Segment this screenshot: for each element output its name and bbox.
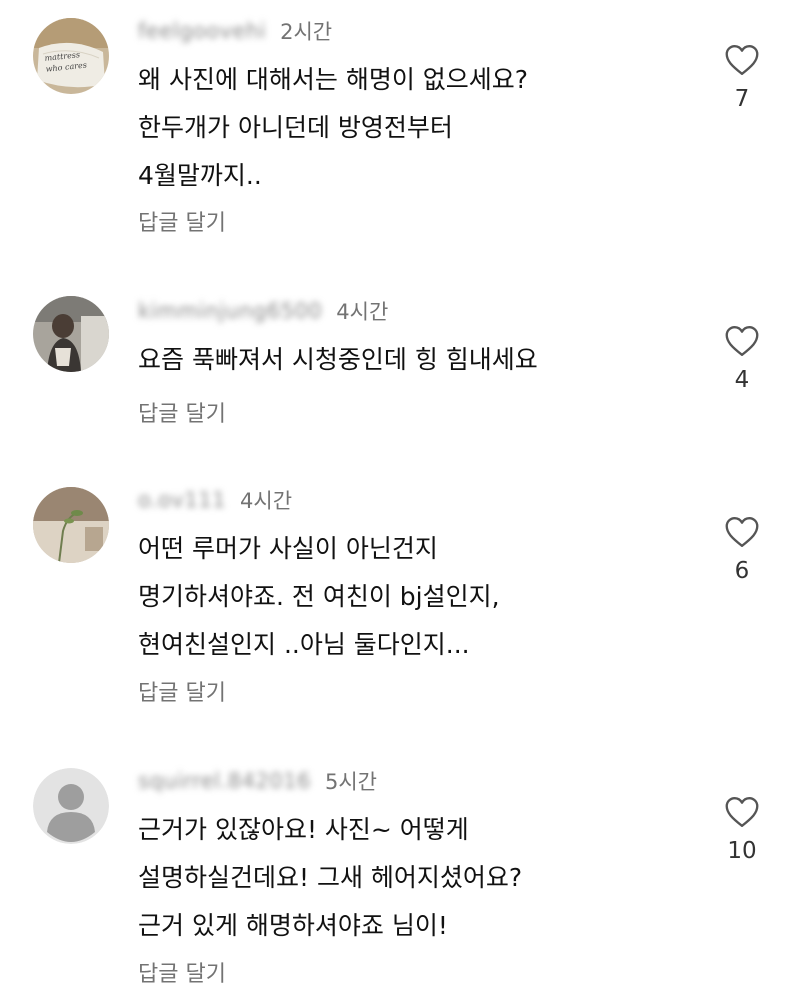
comment-meta: o.ov111 4시간 xyxy=(138,483,292,517)
timestamp: 4시간 xyxy=(336,300,389,324)
heart-icon[interactable] xyxy=(724,44,760,76)
timestamp: 2시간 xyxy=(280,20,333,44)
like-control[interactable]: 7 xyxy=(712,44,772,112)
username[interactable]: feelgoovehi xyxy=(138,19,266,43)
reply-button[interactable]: 답글 달기 xyxy=(138,205,226,237)
timestamp: 4시간 xyxy=(240,489,293,513)
like-control[interactable]: 4 xyxy=(712,325,772,393)
heart-icon[interactable] xyxy=(724,796,760,828)
comment-meta: feelgoovehi 2시간 xyxy=(138,14,332,48)
reply-button[interactable]: 답글 달기 xyxy=(138,956,226,988)
heart-icon[interactable] xyxy=(724,325,760,357)
like-control[interactable]: 6 xyxy=(712,516,772,584)
comment-meta: kimminjung6500 4시간 xyxy=(138,294,388,328)
comment-text: 요즘 푹빠져서 시청중인데 힝 힘내세요 xyxy=(138,345,538,374)
avatar-default[interactable] xyxy=(33,768,109,844)
avatar[interactable]: mattress who cares xyxy=(33,18,109,94)
comment-text: 근거가 있잖아요! 사진~ 어떻게 설명하실건데요! 그새 헤어지셨어요? 근거… xyxy=(138,815,523,940)
username[interactable]: o.ov111 xyxy=(138,488,226,512)
username[interactable]: kimminjung6500 xyxy=(138,299,322,323)
heart-icon[interactable] xyxy=(724,516,760,548)
like-control[interactable]: 10 xyxy=(712,796,772,864)
reply-button[interactable]: 답글 달기 xyxy=(138,396,226,428)
avatar[interactable] xyxy=(33,296,109,372)
reply-button[interactable]: 답글 달기 xyxy=(138,675,226,707)
comment-text: 왜 사진에 대해서는 해명이 없으세요? 한두개가 아니던데 방영전부터 4월말… xyxy=(138,65,529,190)
like-count: 7 xyxy=(734,86,750,112)
timestamp: 5시간 xyxy=(324,770,377,794)
username[interactable]: squirrel.842016 xyxy=(138,769,311,793)
comment-text: 어떤 루머가 사실이 아닌건지 명기하셔야죠. 전 여친이 bj설인지, 현여친… xyxy=(138,534,500,659)
comment-meta: squirrel.842016 5시간 xyxy=(138,764,377,798)
avatar[interactable] xyxy=(33,487,109,563)
like-count: 6 xyxy=(734,558,750,584)
like-count: 10 xyxy=(727,838,757,864)
like-count: 4 xyxy=(734,367,750,393)
